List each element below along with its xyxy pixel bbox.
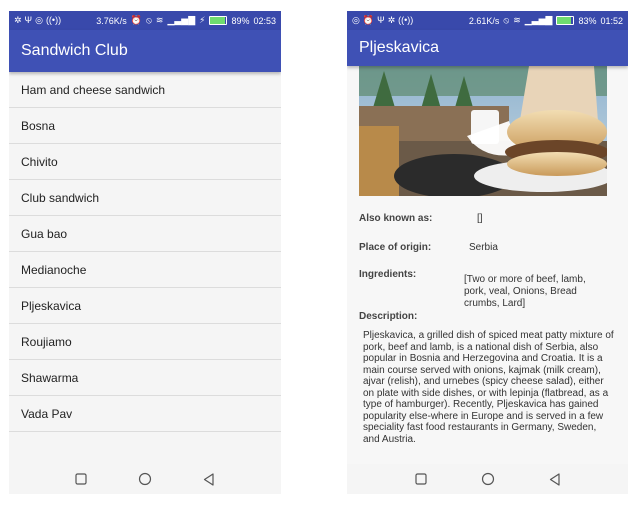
signal-icon: ▁▃▅▇ [167,15,196,25]
mute-icon: ⦸ [146,15,152,25]
recents-square-icon[interactable] [410,468,432,490]
status-bar: ✲ Ψ ◎ ((•)) 3.76K/s ⏰ ⦸ ≋ ▁▃▅▇ ⚡ 89% 02:… [9,11,281,30]
alarm-icon: ⏰ [130,15,143,25]
list-item-label: Bosna [21,118,56,133]
recents-square-icon[interactable] [70,468,92,490]
whatsapp-icon: ◎ [352,15,360,25]
usb-icon: Ψ [24,15,33,25]
sandwich-list: Ham and cheese sandwich Bosna Chivito Club … [9,72,281,432]
list-item[interactable]: Shawarma [9,360,281,396]
list-item-label: Roujiamo [21,334,72,349]
usb-icon: Ψ [377,15,385,25]
list-item[interactable]: Bosna [9,108,281,144]
origin-row: Place of origin: Serbia [359,242,616,253]
description-label: Description: [359,311,418,322]
wifi-icon: ≋ [513,15,521,25]
sandwich-detail-screen: ◎ ⏰ Ψ ✲ ((•)) 2.61K/s ⦸ ≋ ▁▃▅▇ 83% 01:52… [347,11,628,494]
origin-label: Place of origin: [359,242,432,253]
clock: 02:53 [253,15,276,26]
alarm-icon: ⏰ [362,15,375,25]
ingredients-value: [Two or more of beef, lamb, pork, veal, … [464,274,586,309]
status-bar: ◎ ⏰ Ψ ✲ ((•)) 2.61K/s ⦸ ≋ ▁▃▅▇ 83% 01:52 [347,11,628,30]
back-triangle-icon[interactable] [198,468,220,490]
also-known-label: Also known as: [359,213,433,224]
battery-icon [209,16,228,25]
list-item-label: Gua bao [21,226,68,241]
app-bar: Sandwich Club [9,30,281,72]
list-item-label: Chivito [21,154,58,169]
home-circle-icon[interactable] [477,468,499,490]
description-value: Pljeskavica, a grilled dish of spiced me… [363,330,614,445]
back-triangle-icon[interactable] [544,468,566,490]
home-circle-icon[interactable] [134,468,156,490]
navigation-bar [9,464,281,494]
list-item[interactable]: Club sandwich [9,180,281,216]
list-item[interactable]: Vada Pav [9,396,281,432]
network-speed: 3.76K/s [96,15,127,26]
ingredients-label: Ingredients: [359,269,417,280]
battery-icon [556,16,575,25]
notification-icon: ✲ [14,15,22,25]
origin-value: Serbia [469,242,498,253]
list-item[interactable]: Medianoche [9,252,281,288]
list-item-label: Shawarma [21,370,79,385]
page-title: Pljeskavica [359,39,440,56]
ingredients-row: Ingredients: [Two or more of beef, lamb,… [359,269,616,310]
list-item-label: Vada Pav [21,406,73,421]
list-item-label: Club sandwich [21,190,100,205]
list-item[interactable]: Gua bao [9,216,281,252]
network-speed: 2.61K/s [468,15,500,26]
clock: 01:52 [600,15,623,26]
hotspot-icon: ((•)) [45,15,62,25]
charging-icon: ⚡ [199,15,206,25]
battery-percent: 83% [578,15,597,26]
navigation-bar [347,464,628,494]
list-item[interactable]: Ham and cheese sandwich [9,72,281,108]
detail-content: Also known as: [] Place of origin: Serbi… [347,213,628,445]
list-item[interactable]: Roujiamo [9,324,281,360]
list-item[interactable]: Chivito [9,144,281,180]
list-item[interactable]: Pljeskavica [9,288,281,324]
list-item-label: Ham and cheese sandwich [21,82,166,97]
list-item-label: Pljeskavica [21,298,82,313]
also-known-row: Also known as: [] [359,213,616,224]
page-title: Sandwich Club [21,42,128,59]
signal-icon: ▁▃▅▇ [524,15,553,25]
hotspot-icon: ((•)) [398,15,414,25]
also-known-value: [] [477,213,483,224]
notification-icon: ✲ [387,15,396,25]
sandwich-photo [359,66,607,196]
app-bar: Pljeskavica [347,30,628,66]
battery-percent: 89% [231,15,250,26]
sandwich-list-screen: ✲ Ψ ◎ ((•)) 3.76K/s ⏰ ⦸ ≋ ▁▃▅▇ ⚡ 89% 02:… [9,11,281,494]
wifi-icon: ≋ [155,15,164,25]
mute-icon: ⦸ [503,15,510,25]
list-item-label: Medianoche [21,262,87,277]
whatsapp-icon: ◎ [35,15,43,25]
